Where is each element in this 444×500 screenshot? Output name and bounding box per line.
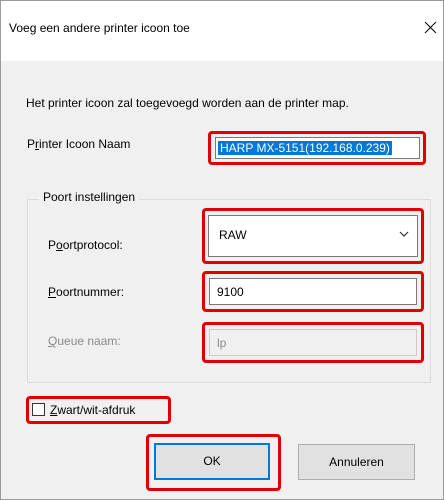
dialog-title: Voeg een andere printer icoon toe	[9, 21, 190, 35]
queue-name-input: lp	[209, 329, 417, 356]
dialog-description: Het printer icoon zal toegevoegd worden …	[26, 96, 349, 110]
port-number-label: Poortnummer:	[48, 285, 125, 299]
title-bar: Voeg een andere printer icoon toe	[1, 1, 443, 61]
port-number-input[interactable]: 9100	[209, 278, 417, 305]
port-settings-title: Poort instellingen	[39, 190, 140, 204]
printer-name-input[interactable]: HARP MX-5151(192.168.0.239)	[215, 137, 420, 159]
ok-button[interactable]: OK	[154, 443, 270, 480]
monochrome-checkbox[interactable]	[32, 403, 45, 416]
cancel-button[interactable]: Annuleren	[298, 444, 415, 480]
close-button[interactable]	[421, 13, 443, 43]
close-icon	[424, 21, 437, 34]
port-protocol-label: Poortprotocol:	[48, 238, 123, 252]
port-protocol-select[interactable]: RAW	[208, 215, 418, 257]
printer-name-label: Printer Icoon Naam	[27, 137, 131, 151]
chevron-down-icon	[399, 231, 409, 237]
queue-name-label: Queue naam:	[48, 334, 121, 348]
monochrome-label[interactable]: Zwart/wit-afdruk	[50, 403, 135, 417]
add-printer-icon-dialog: Voeg een andere printer icoon toe Het pr…	[0, 0, 444, 500]
port-protocol-value: RAW	[219, 228, 247, 242]
